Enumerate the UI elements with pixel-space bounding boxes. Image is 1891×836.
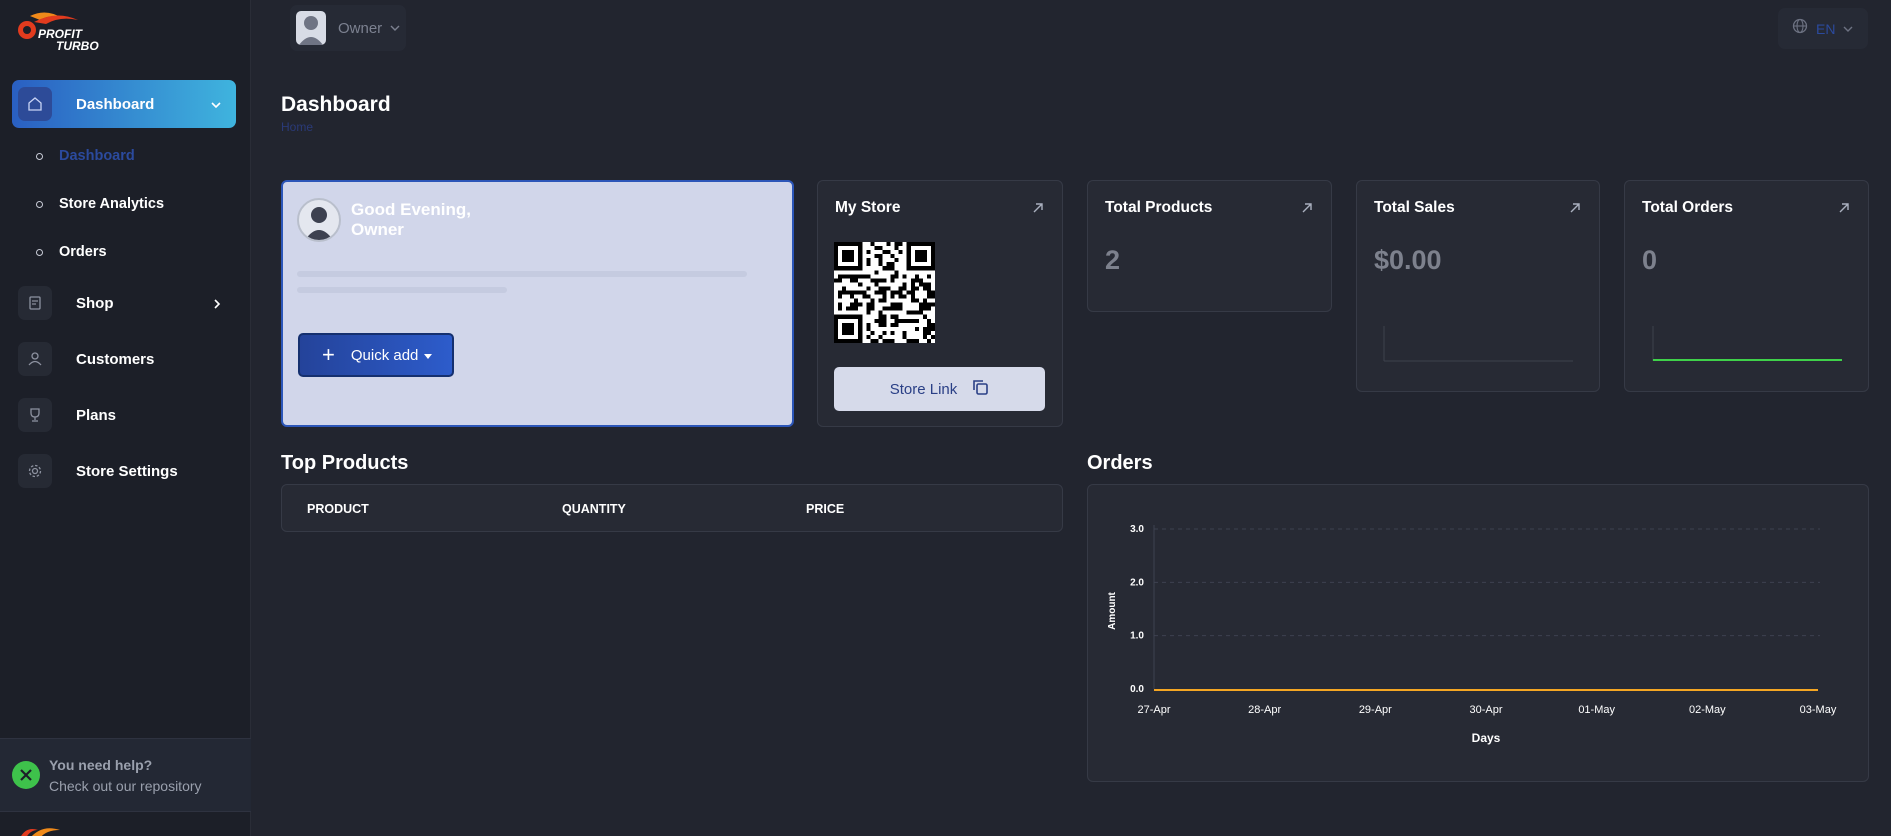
total-sales-card: Total Sales $0.00: [1356, 180, 1600, 392]
card-value: 0: [1642, 245, 1658, 275]
welcome-card: Good Evening, Owner + Quick add: [281, 180, 794, 427]
sidebar-item-store-settings[interactable]: Store Settings: [12, 447, 236, 495]
shop-icon: [18, 286, 52, 320]
orders-chart: 0.0 1.0 2.0 3.0 27-Apr 28-Apr 29-Apr 30-Apr 01-M…: [1107, 524, 1837, 745]
sidebar-item-label: Shop: [76, 294, 114, 312]
column-header-product[interactable]: PRODUCT: [307, 502, 369, 516]
card-value: 2: [1105, 245, 1121, 275]
help-title: You need help?: [49, 757, 153, 773]
y-tick-label: 3.0: [1130, 524, 1144, 535]
y-tick-label: 1.0: [1130, 631, 1144, 642]
quick-add-button[interactable]: + Quick add: [298, 333, 454, 377]
breadcrumb[interactable]: Home: [281, 120, 313, 134]
arrow-up-right-icon[interactable]: [1301, 201, 1313, 219]
orders-title: Orders: [1087, 452, 1153, 474]
bullet-icon: [36, 200, 43, 208]
caret-down-icon: [424, 347, 433, 364]
card-title: My Store: [835, 199, 901, 216]
svg-text:TURBO: TURBO: [56, 39, 99, 52]
sidebar-item-label: Store Settings: [76, 462, 178, 480]
my-store-card: My Store Store Link: [817, 180, 1063, 427]
card-title: Total Orders: [1642, 199, 1734, 216]
chevron-right-icon: [212, 297, 222, 315]
sales-sparkline: [1383, 326, 1573, 362]
sidebar-item-label: Dashboard: [76, 95, 155, 113]
welcome-description: [297, 271, 767, 305]
arrow-up-right-icon[interactable]: [1838, 201, 1850, 219]
top-products-title: Top Products: [281, 452, 409, 474]
user-name: Owner: [338, 19, 383, 37]
card-value: $0.00: [1374, 245, 1442, 275]
greeting-name: Owner: [351, 220, 404, 239]
orders-chart-card: 0.0 1.0 2.0 3.0 27-Apr 28-Apr 29-Apr 30-Apr 01-M…: [1087, 484, 1869, 782]
y-tick-label: 2.0: [1130, 577, 1144, 588]
help-subtitle[interactable]: Check out our repository: [49, 778, 202, 794]
store-link-button[interactable]: Store Link: [834, 367, 1045, 411]
x-tick-label: 30-Apr: [1469, 704, 1502, 716]
sidebar-item-label: Customers: [76, 350, 155, 368]
total-products-card: Total Products 2: [1087, 180, 1332, 312]
globe-icon: [1792, 18, 1808, 39]
chevron-down-icon: [1843, 20, 1853, 38]
language-selector[interactable]: EN: [1778, 8, 1868, 49]
user-icon: [18, 342, 52, 376]
sidebar-item-shop[interactable]: Shop: [12, 279, 236, 327]
avatar: [296, 11, 326, 45]
chevron-down-icon: [210, 97, 222, 115]
arrow-up-right-icon[interactable]: [1032, 201, 1044, 219]
help-icon: [12, 761, 40, 789]
trophy-icon: [18, 398, 52, 432]
x-tick-label: 28-Apr: [1248, 704, 1281, 716]
x-tick-label: 03-May: [1800, 704, 1837, 716]
store-qr-code: [834, 242, 935, 343]
avatar: [297, 198, 341, 242]
page-title: Dashboard: [281, 93, 391, 116]
sidebar-subitem-orders[interactable]: Orders: [36, 241, 107, 263]
arrow-up-right-icon[interactable]: [1569, 201, 1581, 219]
sidebar-item-customers[interactable]: Customers: [12, 335, 236, 383]
top-products-table-header: PRODUCT QUANTITY PRICE: [281, 484, 1063, 532]
sidebar-subitem-dashboard[interactable]: Dashboard: [36, 145, 135, 167]
card-title: Total Products: [1105, 199, 1213, 216]
column-header-price[interactable]: PRICE: [806, 502, 844, 516]
gear-icon: [18, 454, 52, 488]
column-header-quantity[interactable]: QUANTITY: [562, 502, 626, 516]
sidebar-item-plans[interactable]: Plans: [12, 391, 236, 439]
copy-icon: [971, 378, 989, 400]
orders-sparkline: [1652, 326, 1842, 361]
bullet-icon: [36, 152, 43, 160]
total-orders-card: Total Orders 0: [1624, 180, 1869, 392]
x-tick-label: 01-May: [1578, 704, 1615, 716]
sidebar-subitem-store-analytics[interactable]: Store Analytics: [36, 193, 164, 215]
home-icon: [18, 87, 52, 121]
language-label: EN: [1816, 20, 1836, 37]
sidebar-item-dashboard[interactable]: Dashboard: [12, 80, 236, 128]
sidebar: PROFIT TURBO Dashboard Dashboard Store A…: [0, 0, 251, 836]
brand-logo[interactable]: PROFIT TURBO: [16, 8, 111, 53]
x-tick-label: 27-Apr: [1137, 704, 1170, 716]
help-panel[interactable]: You need help? Check out our repository: [0, 738, 251, 812]
y-tick-label: 0.0: [1130, 684, 1144, 695]
bullet-icon: [36, 248, 43, 256]
y-axis-label: Amount: [1107, 591, 1118, 629]
card-title: Total Sales: [1374, 199, 1455, 216]
plus-icon: +: [322, 342, 335, 367]
x-tick-label: 29-Apr: [1359, 704, 1392, 716]
user-menu-button[interactable]: Owner: [290, 5, 406, 51]
chevron-down-icon: [390, 19, 400, 37]
footer-logo: [16, 824, 88, 836]
sidebar-item-label: Plans: [76, 406, 117, 424]
x-axis-label: Days: [1472, 731, 1501, 745]
x-tick-label: 02-May: [1689, 704, 1726, 716]
greeting-text: Good Evening,: [351, 200, 471, 219]
